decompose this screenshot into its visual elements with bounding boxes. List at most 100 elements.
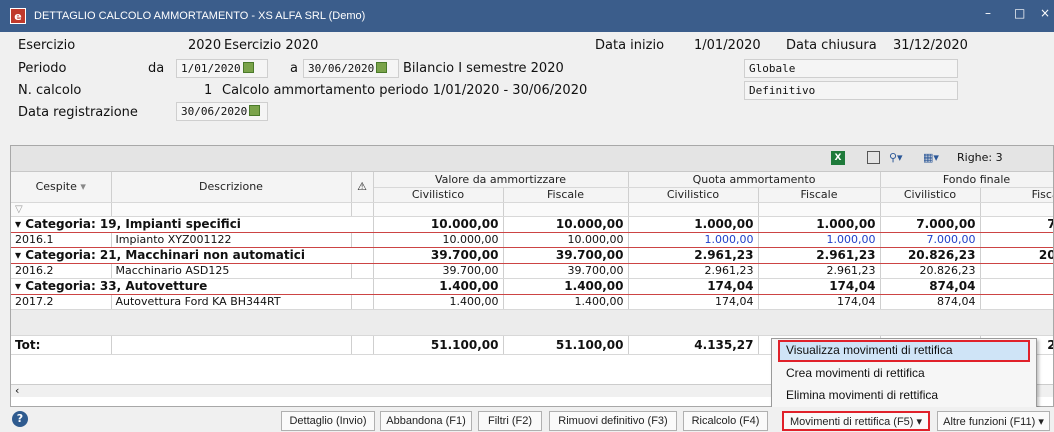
quota-civilistico-cell: 1.000,00 [628, 216, 759, 233]
col-group-quota: Quota ammortamento [628, 172, 881, 188]
tot-valore-civ: 51.100,00 [373, 334, 504, 355]
col-cespite[interactable]: Cespite ▾ [11, 172, 112, 203]
collapse-icon[interactable]: ▾ [15, 279, 25, 293]
quota-fiscale-cell: 174,04 [758, 278, 881, 295]
ncalcolo-desc: Calcolo ammortamento periodo 1/01/2020 -… [222, 83, 588, 98]
calendar-icon[interactable] [249, 105, 261, 116]
data-registrazione-field[interactable]: 30/06/2020 [176, 102, 268, 121]
header-form: Esercizio 2020 Esercizio 2020 Data inizi… [0, 32, 1054, 140]
category-text: Categoria: 21, Macchinari non automatici [25, 248, 305, 262]
warning-cell [351, 231, 374, 248]
category-text: Categoria: 19, Impianti specifici [25, 217, 241, 231]
periodo-label: Periodo [18, 61, 67, 76]
col-quota-civilistico[interactable]: Civilistico [628, 187, 759, 203]
valore-civilistico-cell: 1.400,00 [373, 294, 504, 310]
warning-cell [351, 263, 374, 279]
col-fondo-fiscale[interactable]: Fiscale [980, 187, 1053, 203]
valore-civilistico-cell: 10.000,00 [373, 231, 504, 248]
col-valore-civilistico[interactable]: Civilistico [373, 187, 504, 203]
collapse-icon[interactable]: ▾ [15, 217, 25, 231]
maximize-button[interactable]: □ [1014, 6, 1025, 20]
filter-row[interactable]: ▽ [11, 202, 1053, 217]
descrizione-cell: Macchinario ASD125 [111, 263, 352, 279]
fondo-civilistico-cell: 874,04 [880, 294, 981, 310]
cespite-cell: 2017.2 [11, 294, 112, 310]
minimize-button[interactable]: – [985, 6, 991, 20]
fondo-civilistico-cell: 7.000,00 [880, 216, 981, 233]
filter-icon[interactable]: ▽ [11, 202, 112, 217]
category-label: ▾ Categoria: 33, Autovetture [11, 278, 374, 295]
scroll-left-icon[interactable]: ‹ [15, 384, 19, 397]
category-label: ▾ Categoria: 21, Macchinari non automati… [11, 247, 374, 264]
button-bar: ? Dettaglio (Invio) Abbandona (F1) Filtr… [0, 407, 1054, 432]
search-icon[interactable]: ⚲▾ [889, 151, 903, 164]
col-fondo-civilistico[interactable]: Civilistico [880, 187, 981, 203]
dettaglio-button[interactable]: Dettaglio (Invio) [281, 411, 375, 431]
menu-crea-movimenti[interactable]: Crea movimenti di rettifica [772, 362, 1036, 384]
close-button[interactable]: × [1040, 6, 1050, 20]
window-title: DETTAGLIO CALCOLO AMMORTAMENTO - XS ALFA… [34, 10, 366, 22]
fondo-civilistico-cell: 7.000,00 [880, 231, 981, 248]
menu-visualizza-movimenti[interactable]: Visualizza movimenti di rettifica [778, 340, 1030, 362]
filtri-button[interactable]: Filtri (F2) [478, 411, 542, 431]
esercizio-desc: Esercizio 2020 [224, 38, 319, 53]
abbandona-button[interactable]: Abbandona (F1) [380, 411, 472, 431]
help-icon[interactable]: ? [12, 411, 28, 427]
quota-civilistico-cell: 174,04 [628, 294, 759, 310]
calendar-icon[interactable] [376, 62, 388, 73]
calendar-icon[interactable] [242, 62, 254, 73]
asset-row[interactable]: 2016.2 Macchinario ASD125 39.700,00 39.700,… [11, 263, 1053, 279]
esercizio-field[interactable]: 2020 [188, 38, 221, 53]
fondo-civilistico-cell: 20.826,23 [880, 247, 981, 264]
da-label: da [148, 61, 165, 76]
rimuovi-definitivo-button[interactable]: Rimuovi definitivo (F3) [549, 411, 677, 431]
excel-export-icon[interactable]: X [831, 151, 845, 165]
asset-row[interactable]: 2016.1 Impianto XYZ001122 10.000,00 10.000,… [11, 231, 1053, 248]
valore-fiscale-cell: 10.000,00 [503, 216, 629, 233]
data-inizio-value: 1/01/2020 [694, 38, 761, 53]
fondo-fiscale-cell: 7 [980, 231, 1053, 248]
category-row[interactable]: ▾ Categoria: 33, Autovetture 1.400,00 1.40… [11, 278, 1053, 295]
col-valore-fiscale[interactable]: Fiscale [503, 187, 629, 203]
fondo-fiscale-cell: 7.0 [980, 216, 1053, 233]
category-row[interactable]: ▾ Categoria: 21, Macchinari non automati… [11, 247, 1053, 264]
category-label: ▾ Categoria: 19, Impianti specifici [11, 216, 374, 233]
periodo-da-field[interactable]: 1/01/2020 [176, 59, 268, 78]
column-chooser-icon[interactable]: ▦▾ [923, 151, 939, 164]
ncalcolo-field[interactable]: 1 [204, 83, 212, 98]
valore-civilistico-cell: 39.700,00 [373, 247, 504, 264]
grid-layout-icon[interactable] [867, 151, 880, 164]
movimenti-rettifica-button[interactable]: Movimenti di rettifica (F5) ▾ [782, 411, 930, 431]
col-quota-fiscale[interactable]: Fiscale [758, 187, 881, 203]
quota-civilistico-cell: 174,04 [628, 278, 759, 295]
fondo-fiscale-cell: 20 [980, 263, 1053, 279]
empty-area [11, 309, 1053, 336]
quota-fiscale-cell: 174,04 [758, 294, 881, 310]
fondo-fiscale-cell [980, 294, 1053, 310]
fondo-civilistico-cell: 874,04 [880, 278, 981, 295]
ncalcolo-label: N. calcolo [18, 83, 82, 98]
quota-civilistico-cell: 1.000,00 [628, 231, 759, 248]
category-text: Categoria: 33, Autovetture [25, 279, 208, 293]
valore-civilistico-cell: 10.000,00 [373, 216, 504, 233]
periodo-a-field[interactable]: 30/06/2020 [303, 59, 399, 78]
col-descrizione[interactable]: Descrizione [111, 172, 352, 203]
descrizione-cell: Impianto XYZ001122 [111, 231, 352, 248]
data-chiusura-label: Data chiusura [786, 38, 877, 53]
asset-row[interactable]: 2017.2 Autovettura Ford KA BH344RT 1.400,0… [11, 294, 1053, 310]
a-label: a [290, 61, 298, 76]
category-row[interactable]: ▾ Categoria: 19, Impianti specifici 10.00… [11, 216, 1053, 233]
valore-civilistico-cell: 1.400,00 [373, 278, 504, 295]
cespite-cell: 2016.2 [11, 263, 112, 279]
menu-elimina-movimenti[interactable]: Elimina movimenti di rettifica [772, 384, 1036, 406]
tot-quota-civ: 4.135,27 [628, 334, 759, 355]
valore-fiscale-cell: 10.000,00 [503, 231, 629, 248]
col-group-valore: Valore da ammortizzare [373, 172, 629, 188]
collapse-icon[interactable]: ▾ [15, 248, 25, 262]
data-registrazione-label: Data registrazione [18, 105, 138, 120]
ricalcolo-button[interactable]: Ricalcolo (F4) [683, 411, 768, 431]
righe-count: Righe: 3 [957, 151, 1003, 164]
descrizione-cell: Autovettura Ford KA BH344RT [111, 294, 352, 310]
filter-dropdown-icon[interactable]: ▾ [80, 180, 86, 193]
altre-funzioni-button[interactable]: Altre funzioni (F11) ▾ [937, 411, 1050, 431]
